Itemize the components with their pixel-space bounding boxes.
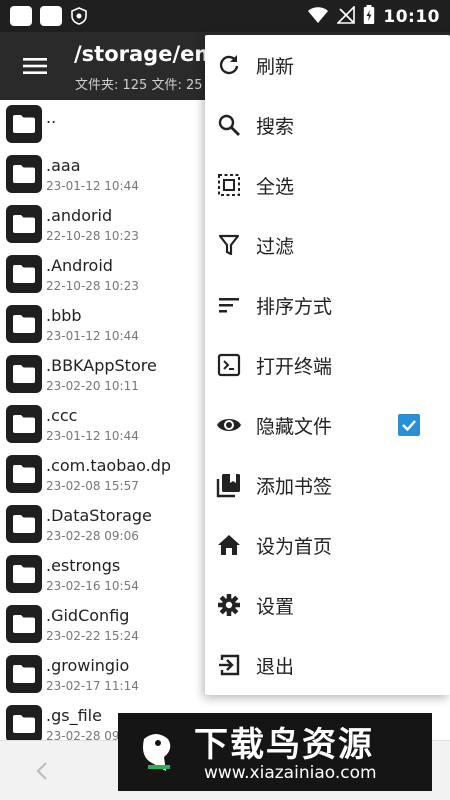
back-button[interactable] <box>34 761 50 785</box>
hamburger-icon <box>23 58 47 74</box>
menu-item-label: 全选 <box>256 176 295 198</box>
watermark-url: www.xiazainiao.com <box>204 763 377 783</box>
folder-icon <box>6 155 42 193</box>
terminal-icon <box>216 352 242 378</box>
folder-icon <box>6 655 42 693</box>
menu-item-label: 过滤 <box>256 236 295 258</box>
menu-item-refresh[interactable]: 刷新 <box>205 35 450 95</box>
hamburger-menu-button[interactable] <box>18 50 52 82</box>
menu-item-label: 排序方式 <box>256 296 333 318</box>
menu-item-exit[interactable]: 退出 <box>205 635 450 695</box>
file-name: .GidConfig <box>46 606 130 625</box>
folder-file-summary: 文件夹: 125 文件: 25 <box>75 78 203 93</box>
file-date: 23-01-12 10:44 <box>46 429 139 443</box>
folder-icon <box>6 555 42 593</box>
menu-item-set-home[interactable]: 设为首页 <box>205 515 450 575</box>
battery-icon <box>363 5 375 29</box>
search-icon <box>216 112 242 138</box>
file-date: 23-02-16 10:54 <box>46 579 139 593</box>
folder-icon <box>6 705 42 740</box>
menu-item-hidden-files[interactable]: 隐藏文件 <box>205 395 450 455</box>
checkmark-icon <box>402 420 416 432</box>
watermark-title: 下载鸟资源 <box>194 725 374 765</box>
file-name: .aaa <box>46 156 81 175</box>
shield-icon <box>70 6 88 26</box>
file-name: .BBKAppStore <box>46 356 157 375</box>
menu-item-label: 设为首页 <box>256 536 333 558</box>
watermark-banner: 下载鸟资源 www.xiazainiao.com <box>118 713 432 791</box>
folder-icon <box>6 405 42 443</box>
overflow-menu: 刷新 搜索 全选 过滤 排序方式 打开终端 隐藏文件 添加书签 设为首页 设置 … <box>205 35 450 695</box>
file-date: 23-02-20 10:11 <box>46 379 139 393</box>
status-bar-left <box>10 6 88 26</box>
status-bar-right: 10:10 <box>307 5 440 29</box>
menu-item-filter[interactable]: 过滤 <box>205 215 450 275</box>
menu-item-label: 搜索 <box>256 116 295 138</box>
bookmark-icon <box>216 472 242 498</box>
menu-item-label: 隐藏文件 <box>256 416 333 438</box>
eye-icon <box>216 412 242 438</box>
notification-icon <box>10 6 32 26</box>
wifi-icon <box>307 6 329 28</box>
folder-icon <box>6 255 42 293</box>
menu-item-label: 添加书签 <box>256 476 333 498</box>
menu-item-label: 刷新 <box>256 56 295 78</box>
file-name: .DataStorage <box>46 506 152 525</box>
bird-logo-icon <box>126 721 186 781</box>
notification-icon <box>40 6 62 26</box>
folder-icon <box>6 105 42 143</box>
folder-icon <box>6 505 42 543</box>
file-name: .ccc <box>46 406 78 425</box>
menu-item-add-bookmark[interactable]: 添加书签 <box>205 455 450 515</box>
file-date: 22-10-28 10:23 <box>46 279 139 293</box>
file-date: 23-02-17 11:14 <box>46 679 139 693</box>
file-date: 22-10-28 10:23 <box>46 229 139 243</box>
file-name: .com.taobao.dp <box>46 456 172 475</box>
no-signal-icon <box>336 5 356 28</box>
menu-item-select-all[interactable]: 全选 <box>205 155 450 215</box>
hidden-files-checkbox[interactable] <box>398 414 420 436</box>
status-bar: 10:10 <box>0 0 450 32</box>
file-date: 23-02-28 09:06 <box>46 529 139 543</box>
sort-icon <box>216 292 242 318</box>
file-name: .Android <box>46 256 113 275</box>
file-name: .bbb <box>46 306 82 325</box>
menu-item-label: 设置 <box>256 596 295 618</box>
menu-item-label: 打开终端 <box>256 356 333 378</box>
file-name: .. <box>46 108 57 127</box>
file-date: 23-02-22 15:24 <box>46 629 139 643</box>
file-name: .growingio <box>46 656 130 675</box>
refresh-icon <box>216 52 242 78</box>
home-icon <box>216 532 242 558</box>
gear-icon <box>216 592 242 618</box>
menu-item-open-terminal[interactable]: 打开终端 <box>205 335 450 395</box>
folder-icon <box>6 605 42 643</box>
select-all-icon <box>216 172 242 198</box>
menu-item-sort[interactable]: 排序方式 <box>205 275 450 335</box>
chevron-left-icon <box>36 762 47 780</box>
folder-icon <box>6 305 42 343</box>
file-name: .andorid <box>46 206 113 225</box>
folder-icon <box>6 455 42 493</box>
menu-item-label: 退出 <box>256 656 295 678</box>
filter-icon <box>216 232 242 258</box>
file-date: 23-02-08 15:57 <box>46 479 139 493</box>
exit-icon <box>216 652 242 678</box>
folder-icon <box>6 355 42 393</box>
status-time: 10:10 <box>383 7 440 27</box>
menu-item-settings[interactable]: 设置 <box>205 575 450 635</box>
file-name: .estrongs <box>46 556 121 575</box>
folder-icon <box>6 205 42 243</box>
file-date: 23-01-12 10:44 <box>46 179 139 193</box>
file-date: 23-01-12 10:44 <box>46 329 139 343</box>
menu-item-search[interactable]: 搜索 <box>205 95 450 155</box>
file-name: .gs_file <box>46 706 102 725</box>
